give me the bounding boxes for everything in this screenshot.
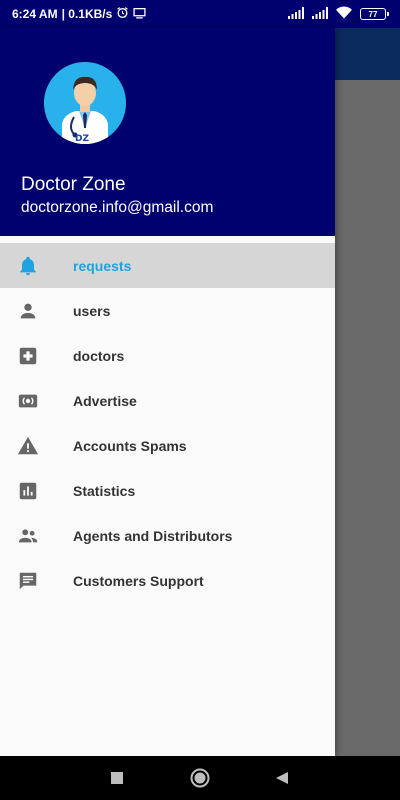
menu-label: Advertise	[73, 392, 137, 409]
people-icon	[17, 525, 39, 547]
recents-button[interactable]	[105, 766, 129, 790]
drawer-header: DZ Doctor Zone doctorzone.info@gmail.com	[0, 28, 335, 236]
menu-item-users[interactable]: users	[0, 288, 335, 333]
signal-icon	[288, 6, 304, 22]
menu-label: Customers Support	[73, 572, 204, 589]
drawer-menu: requests users doctors Advertise Account…	[0, 243, 335, 603]
navigation-drawer: DZ Doctor Zone doctorzone.info@gmail.com…	[0, 28, 335, 756]
bar-chart-icon	[17, 480, 39, 502]
menu-item-accounts-spams[interactable]: Accounts Spams	[0, 423, 335, 468]
menu-item-customers-support[interactable]: Customers Support	[0, 558, 335, 603]
profile-name: Doctor Zone	[21, 174, 126, 195]
background-app-bar	[335, 28, 400, 80]
status-bar: 6:24 AM | 0.1KB/s 77	[0, 0, 400, 28]
menu-label: doctors	[73, 347, 125, 364]
battery-level: 77	[368, 9, 378, 19]
warning-icon	[17, 435, 39, 457]
header-divider	[0, 236, 335, 243]
screen-cast-icon	[133, 7, 146, 22]
back-triangle-icon	[276, 772, 288, 784]
doctor-avatar-icon: DZ	[44, 62, 126, 144]
system-nav-bar	[0, 756, 400, 800]
status-left: 6:24 AM | 0.1KB/s	[12, 0, 146, 28]
menu-item-statistics[interactable]: Statistics	[0, 468, 335, 513]
menu-item-requests[interactable]: requests	[0, 243, 335, 288]
back-button[interactable]	[270, 766, 294, 790]
alarm-icon	[116, 6, 129, 22]
bell-icon	[17, 255, 39, 277]
avatar[interactable]: DZ	[44, 62, 126, 144]
signal-icon-2	[312, 6, 328, 22]
square-icon	[111, 772, 123, 784]
person-icon	[17, 300, 39, 322]
menu-label: Agents and Distributors	[73, 527, 233, 544]
home-button[interactable]	[188, 766, 212, 790]
menu-label: Accounts Spams	[73, 437, 187, 454]
menu-item-advertise[interactable]: Advertise	[0, 378, 335, 423]
battery-icon: 77	[360, 8, 389, 20]
menu-item-agents-distributors[interactable]: Agents and Distributors	[0, 513, 335, 558]
status-net-speed: | 0.1KB/s	[61, 7, 113, 21]
avatar-logo-text: DZ	[75, 134, 89, 144]
broadcast-icon	[17, 390, 39, 412]
status-right: 77	[288, 0, 389, 28]
profile-email: doctorzone.info@gmail.com	[21, 199, 214, 216]
menu-label: Statistics	[73, 482, 136, 499]
medical-plus-icon	[17, 345, 39, 367]
chat-icon	[17, 570, 39, 592]
menu-item-doctors[interactable]: doctors	[0, 333, 335, 378]
status-time: 6:24 AM	[12, 7, 58, 21]
background-app-scrim[interactable]	[335, 28, 400, 756]
menu-label: users	[73, 302, 111, 319]
menu-label: requests	[73, 257, 132, 274]
circle-icon	[190, 768, 210, 788]
wifi-icon	[336, 6, 352, 22]
